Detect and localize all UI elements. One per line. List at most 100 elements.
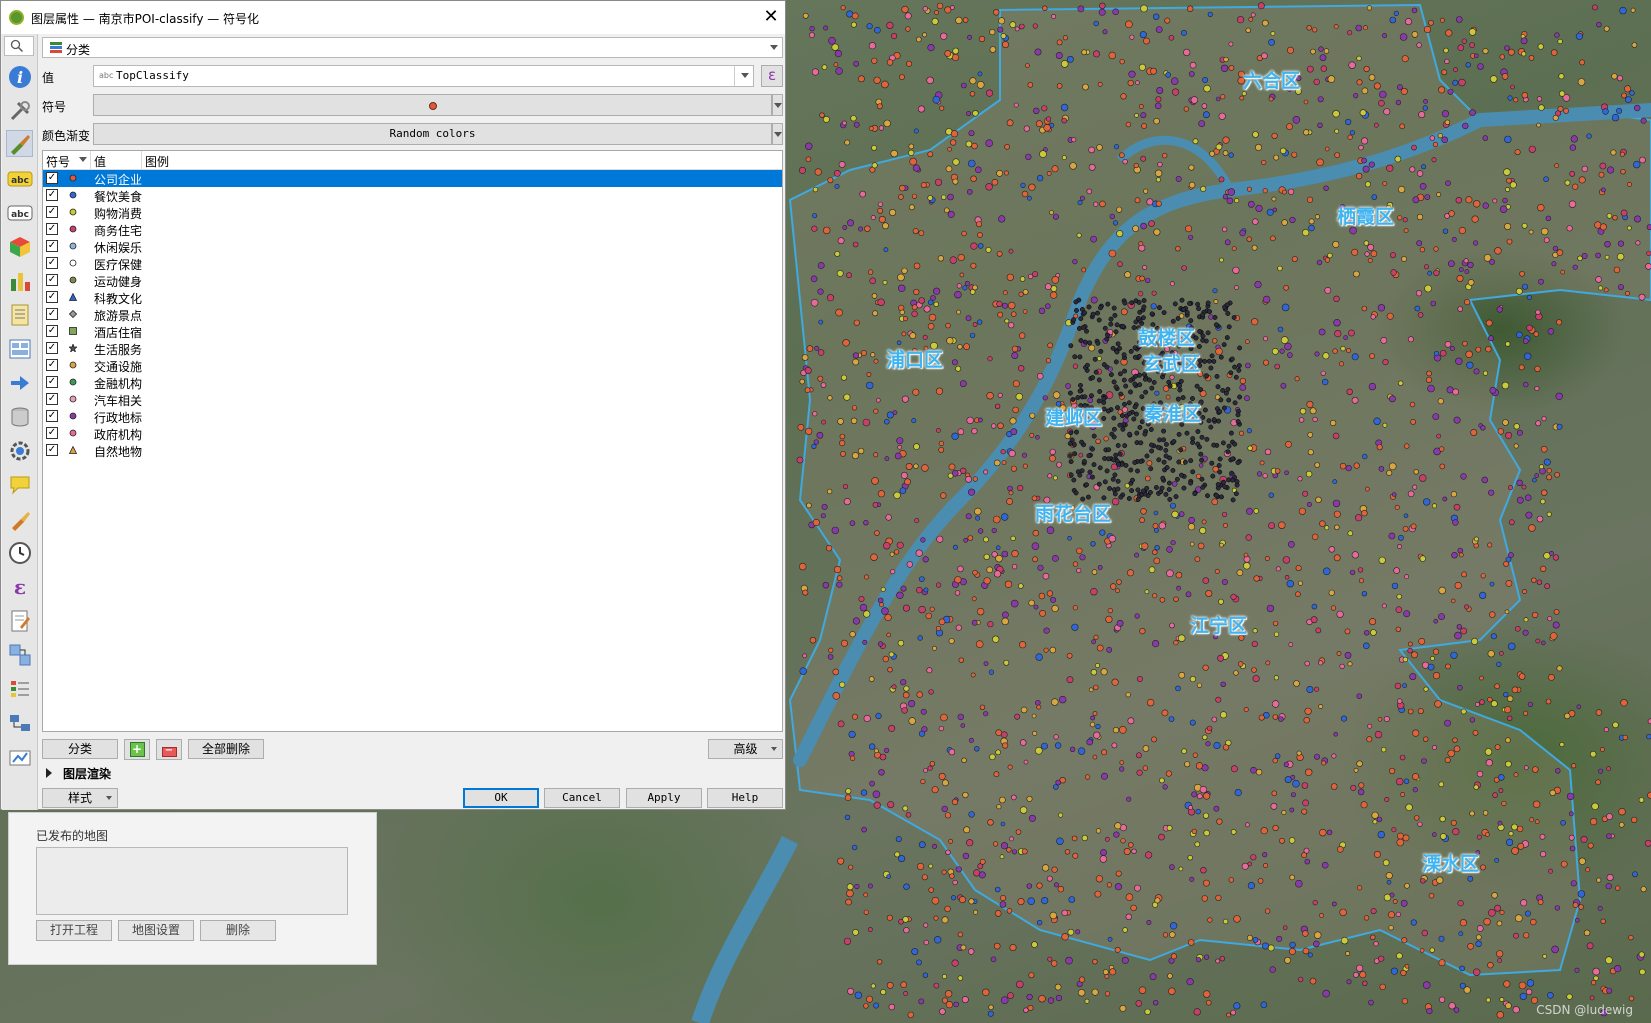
ok-button[interactable]: OK — [463, 788, 539, 808]
table-row[interactable]: ✓ 餐饮美食 — [43, 187, 782, 204]
tab-joins[interactable] — [6, 369, 33, 396]
class-symbol-diamond-icon[interactable] — [69, 310, 77, 318]
table-row[interactable]: ✓ 生活服务 — [43, 340, 782, 357]
class-symbol-circle-icon[interactable] — [69, 412, 77, 420]
class-visible-checkbox[interactable]: ✓ — [46, 325, 58, 337]
layer-rendering-section[interactable]: 图层渲染 — [63, 765, 111, 782]
class-symbol-circle-icon[interactable] — [69, 429, 77, 437]
expression-button[interactable]: ε — [761, 65, 783, 87]
class-symbol-circle-icon[interactable] — [69, 259, 77, 267]
class-symbol-circle-icon[interactable] — [69, 276, 77, 284]
published-maps-list[interactable] — [36, 847, 348, 915]
class-visible-checkbox[interactable]: ✓ — [46, 172, 58, 184]
class-visible-checkbox[interactable]: ✓ — [46, 257, 58, 269]
class-symbol-circle-icon[interactable] — [69, 225, 77, 233]
class-visible-checkbox[interactable]: ✓ — [46, 410, 58, 422]
delete-all-button[interactable]: 全部删除 — [188, 739, 264, 759]
renderer-select[interactable]: 分类 — [42, 37, 783, 58]
table-row[interactable]: ✓ 商务住宅 — [43, 221, 782, 238]
map-settings-button[interactable]: 地图设置 — [118, 920, 194, 941]
title-bar[interactable]: 图层属性 — 南京市POI-classify — 符号化 ✕ — [1, 1, 785, 34]
tab-actions[interactable] — [6, 437, 33, 464]
help-button[interactable]: Help — [707, 788, 783, 808]
table-row[interactable]: ✓ 自然地物 — [43, 442, 782, 459]
class-symbol-circle-icon[interactable] — [69, 174, 77, 182]
expand-arrow-icon[interactable] — [46, 768, 52, 778]
table-row[interactable]: ✓ 购物消费 — [43, 204, 782, 221]
value-field-select[interactable]: abc TopClassify — [93, 65, 754, 87]
tab-attributes-form[interactable] — [6, 335, 33, 362]
class-symbol-triangle-icon[interactable] — [69, 446, 77, 454]
tab-qgis-server[interactable] — [6, 709, 33, 736]
tab-symbology[interactable] — [6, 130, 33, 157]
table-row[interactable]: ✓ 运动健身 — [43, 272, 782, 289]
tab-temporal[interactable] — [6, 539, 33, 566]
column-header-value[interactable]: 值 — [94, 153, 106, 170]
classify-button[interactable]: 分类 — [42, 739, 118, 759]
tab-information[interactable]: i — [6, 63, 33, 90]
class-visible-checkbox[interactable]: ✓ — [46, 206, 58, 218]
class-symbol-circle-icon[interactable] — [69, 395, 77, 403]
class-visible-checkbox[interactable]: ✓ — [46, 308, 58, 320]
tab-diagrams[interactable] — [6, 267, 33, 294]
table-row[interactable]: ✓ 金融机构 — [43, 374, 782, 391]
class-symbol-circle-icon[interactable] — [69, 191, 77, 199]
tab-dependencies[interactable] — [6, 641, 33, 668]
classes-table[interactable]: 符号 值 图例 ✓ 公司企业 ✓ 餐饮美食 ✓ 购物消费 ✓ 商务住宅 ✓ 休闲娱乐 ✓ 医疗保健 ✓ 运… — [42, 150, 783, 732]
class-symbol-circle-icon[interactable] — [69, 361, 77, 369]
table-row[interactable]: ✓ 行政地标 — [43, 408, 782, 425]
tab-display[interactable] — [6, 471, 33, 498]
tab-masks[interactable]: abc — [6, 199, 33, 226]
class-visible-checkbox[interactable]: ✓ — [46, 393, 58, 405]
table-row[interactable]: ✓ 汽车相关 — [43, 391, 782, 408]
class-visible-checkbox[interactable]: ✓ — [46, 427, 58, 439]
table-row[interactable]: ✓ 交通设施 — [43, 357, 782, 374]
tab-variables[interactable]: ε — [6, 573, 33, 600]
class-visible-checkbox[interactable]: ✓ — [46, 189, 58, 201]
tab-metadata[interactable] — [6, 607, 33, 634]
color-ramp-menu-button[interactable] — [772, 123, 783, 145]
class-visible-checkbox[interactable]: ✓ — [46, 359, 58, 371]
sidebar-search-input[interactable] — [4, 36, 34, 56]
cancel-button[interactable]: Cancel — [544, 788, 620, 808]
table-row[interactable]: ✓ 政府机构 — [43, 425, 782, 442]
tab-labels[interactable]: abc — [6, 165, 33, 192]
color-ramp-button[interactable]: Random colors — [93, 123, 772, 145]
style-button[interactable]: 样式 — [42, 788, 118, 808]
class-symbol-star-icon[interactable] — [69, 344, 77, 352]
class-visible-checkbox[interactable]: ✓ — [46, 342, 58, 354]
tab-legend[interactable] — [6, 675, 33, 702]
advanced-button[interactable]: 高级 — [708, 739, 783, 759]
close-button[interactable]: ✕ — [759, 4, 783, 30]
table-row[interactable]: ✓ 科教文化 — [43, 289, 782, 306]
symbol-button[interactable] — [93, 94, 772, 116]
table-row[interactable]: ✓ 酒店住宿 — [43, 323, 782, 340]
class-symbol-circle-icon[interactable] — [69, 378, 77, 386]
tab-auxiliary-storage[interactable] — [6, 403, 33, 430]
tab-digitizing[interactable] — [6, 743, 33, 770]
class-visible-checkbox[interactable]: ✓ — [46, 274, 58, 286]
add-class-button[interactable]: + — [124, 739, 150, 760]
class-visible-checkbox[interactable]: ✓ — [46, 240, 58, 252]
tab-source[interactable] — [6, 97, 33, 124]
class-visible-checkbox[interactable]: ✓ — [46, 291, 58, 303]
delete-map-button[interactable]: 删除 — [200, 920, 276, 941]
column-header-legend[interactable]: 图例 — [145, 153, 169, 170]
class-symbol-square-icon[interactable] — [69, 327, 77, 335]
tab-3d-view[interactable] — [6, 233, 33, 260]
remove-class-button[interactable]: − — [156, 739, 182, 760]
class-symbol-circle-icon[interactable] — [69, 242, 77, 250]
class-visible-checkbox[interactable]: ✓ — [46, 444, 58, 456]
apply-button[interactable]: Apply — [626, 788, 702, 808]
class-symbol-circle-icon[interactable] — [69, 208, 77, 216]
class-symbol-triangle-icon[interactable] — [69, 293, 77, 301]
table-row[interactable]: ✓ 旅游景点 — [43, 306, 782, 323]
tab-rendering[interactable] — [6, 505, 33, 532]
class-visible-checkbox[interactable]: ✓ — [46, 376, 58, 388]
tab-fields[interactable] — [6, 301, 33, 328]
table-row[interactable]: ✓ 医疗保健 — [43, 255, 782, 272]
symbol-menu-button[interactable] — [772, 94, 783, 116]
table-row[interactable]: ✓ 公司企业 — [43, 170, 782, 187]
open-project-button[interactable]: 打开工程 — [36, 920, 112, 941]
column-header-symbol[interactable]: 符号 — [46, 153, 70, 170]
